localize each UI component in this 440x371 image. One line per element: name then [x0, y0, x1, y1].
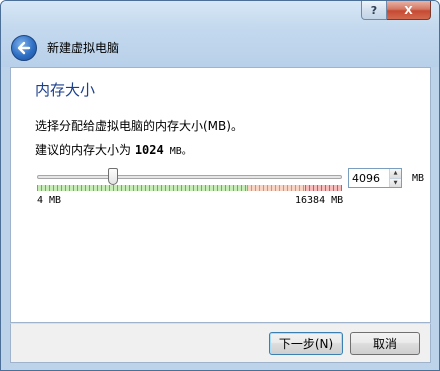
- description-text: 选择分配给虚拟电脑的内存大小(MB)。: [35, 119, 243, 133]
- wizard-title: 新建虚拟电脑: [47, 41, 120, 55]
- wizard-content: 内存大小 选择分配给虚拟电脑的内存大小(MB)。 建议的内存大小为 1024 M…: [10, 67, 431, 323]
- spin-down-icon[interactable]: ▼: [390, 177, 401, 187]
- button-bar: 下一步(N) 取消: [10, 323, 431, 363]
- spin-up-icon[interactable]: ▲: [390, 169, 401, 178]
- caption-buttons: ? X: [361, 1, 431, 20]
- spin-arrows: ▲ ▼: [389, 169, 401, 187]
- page-heading: 内存大小: [35, 81, 96, 99]
- back-arrow-icon: [17, 41, 31, 55]
- memory-slider[interactable]: [37, 168, 342, 198]
- memory-input[interactable]: [349, 169, 389, 187]
- slider-thumb[interactable]: [108, 168, 119, 185]
- slider-ticks: [37, 185, 342, 191]
- next-button[interactable]: 下一步(N): [269, 332, 343, 355]
- close-icon[interactable]: X: [387, 1, 431, 20]
- ticks-green-zone: [37, 185, 248, 191]
- recommend-value: 1024: [134, 143, 164, 157]
- slider-track[interactable]: [37, 175, 342, 179]
- help-icon[interactable]: ?: [361, 1, 387, 20]
- ticks-red-zone: [305, 185, 342, 191]
- recommendation-text: 建议的内存大小为 1024 MB。: [35, 141, 192, 158]
- wizard-window: ? X 新建虚拟电脑 内存大小 选择分配给虚拟电脑的内存大小(MB)。 建议的内…: [0, 0, 440, 371]
- ticks-orange-zone: [247, 185, 306, 191]
- memory-spinbox[interactable]: ▲ ▼: [348, 168, 402, 188]
- memory-unit-label: MB: [412, 173, 425, 184]
- recommend-prefix: 建议的内存大小为: [35, 143, 135, 157]
- back-button[interactable]: [11, 35, 37, 61]
- recommend-unit: MB。: [163, 146, 192, 157]
- cancel-button[interactable]: 取消: [350, 332, 420, 355]
- slider-max-label: 16384 MB: [295, 195, 344, 206]
- slider-min-label: 4 MB: [37, 195, 62, 206]
